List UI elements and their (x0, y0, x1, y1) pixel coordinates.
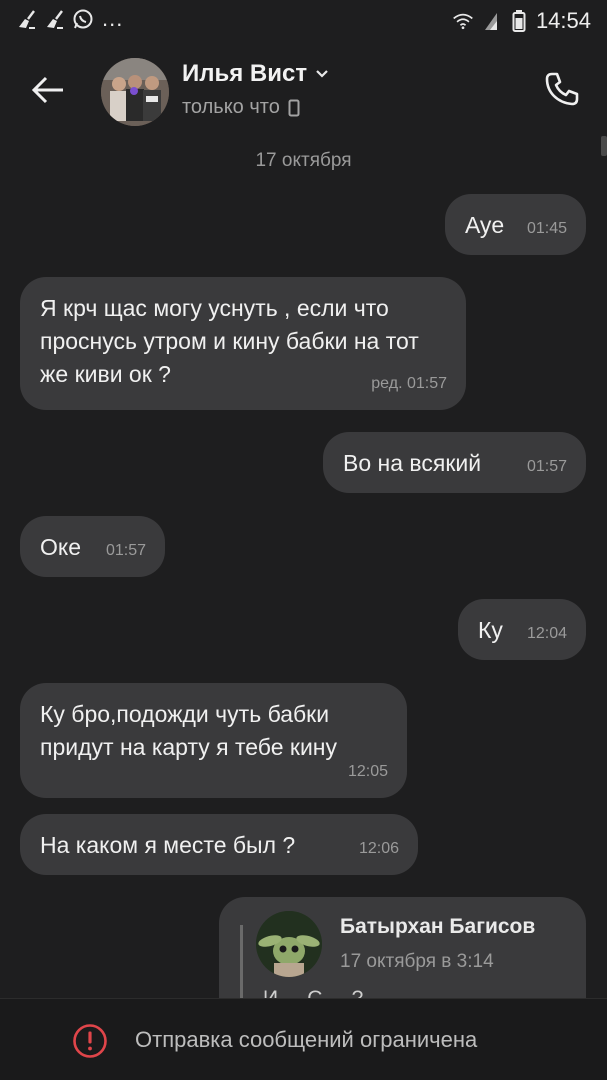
message-text: Во на всякий (343, 450, 482, 476)
message-text: Aye (465, 212, 505, 238)
status-bar: ... 14:54 (0, 0, 607, 44)
wifi-icon (452, 10, 474, 32)
quoted-message-date: 17 октября в 3:14 (340, 951, 494, 972)
message-text: На каком я месте был ? (40, 832, 296, 858)
chat-title-block[interactable]: Илья Вист только что (182, 60, 329, 119)
contact-status-text: только что (182, 96, 280, 118)
status-bar-system: 14:54 (452, 8, 591, 34)
quoted-author-name: Батырхан Багисов (340, 915, 536, 938)
status-time: 14:54 (535, 8, 591, 33)
whatsapp-icon (72, 8, 94, 30)
warning-icon (73, 1024, 107, 1058)
message-restricted-bar: Отправка сообщений ограничена (0, 998, 607, 1080)
message-time: 12:06 (358, 840, 399, 857)
message-time: ред. 01:57 (371, 375, 447, 392)
message-time: 01:57 (526, 458, 567, 475)
signal-icon (480, 10, 502, 32)
contact-name: Илья Вист (182, 60, 329, 88)
date-separator: 17 октября (255, 150, 352, 171)
restricted-message: Отправка сообщений ограничена (135, 1027, 478, 1052)
contact-status: только что (182, 96, 329, 119)
quoted-author-avatar[interactable] (256, 911, 322, 977)
arrow-left-icon (31, 76, 63, 104)
message-bubble-incoming[interactable]: Оке 01:57 (20, 516, 165, 577)
message-text: Оке (40, 534, 82, 560)
message-bubble-incoming[interactable]: На каком я месте был ? 12:06 (20, 814, 418, 875)
contact-avatar[interactable] (101, 58, 169, 126)
contact-name-text: Илья Вист (182, 60, 308, 87)
message-text: Ку (478, 617, 503, 643)
chat-screen: ... 14:54 Илья Вист только что 17 октябр… (0, 0, 607, 1080)
message-bubble-incoming[interactable]: Ку бро,подожди чуть бабки придут на карт… (20, 683, 407, 798)
message-time: 12:05 (347, 763, 388, 780)
status-overflow: ... (102, 6, 124, 31)
message-bubble-incoming[interactable]: Я крч щас могу уснуть , если что проснус… (20, 277, 466, 410)
phone-call-icon (545, 72, 579, 106)
chevron-down-icon (316, 70, 328, 78)
broom-icon (16, 8, 38, 30)
phone-device-icon (288, 99, 300, 116)
message-time: 01:57 (105, 542, 146, 559)
call-button[interactable] (541, 68, 583, 110)
message-time: 12:04 (526, 625, 567, 642)
message-bubble-outgoing[interactable]: Во на всякий 01:57 (323, 432, 586, 493)
back-button[interactable] (28, 70, 68, 110)
status-bar-notifications: ... (16, 8, 123, 30)
broom-icon (44, 8, 66, 30)
message-text: Ку бро,подожди чуть бабки придут на карт… (40, 701, 338, 760)
message-time: 01:45 (526, 220, 567, 237)
battery-icon (508, 10, 530, 32)
message-bubble-outgoing[interactable]: Aye 01:45 (445, 194, 586, 255)
chat-header: Илья Вист только что (0, 52, 607, 132)
message-text: Я крч щас могу уснуть , если что проснус… (40, 295, 419, 387)
message-bubble-outgoing[interactable]: Ку 12:04 (458, 599, 586, 660)
